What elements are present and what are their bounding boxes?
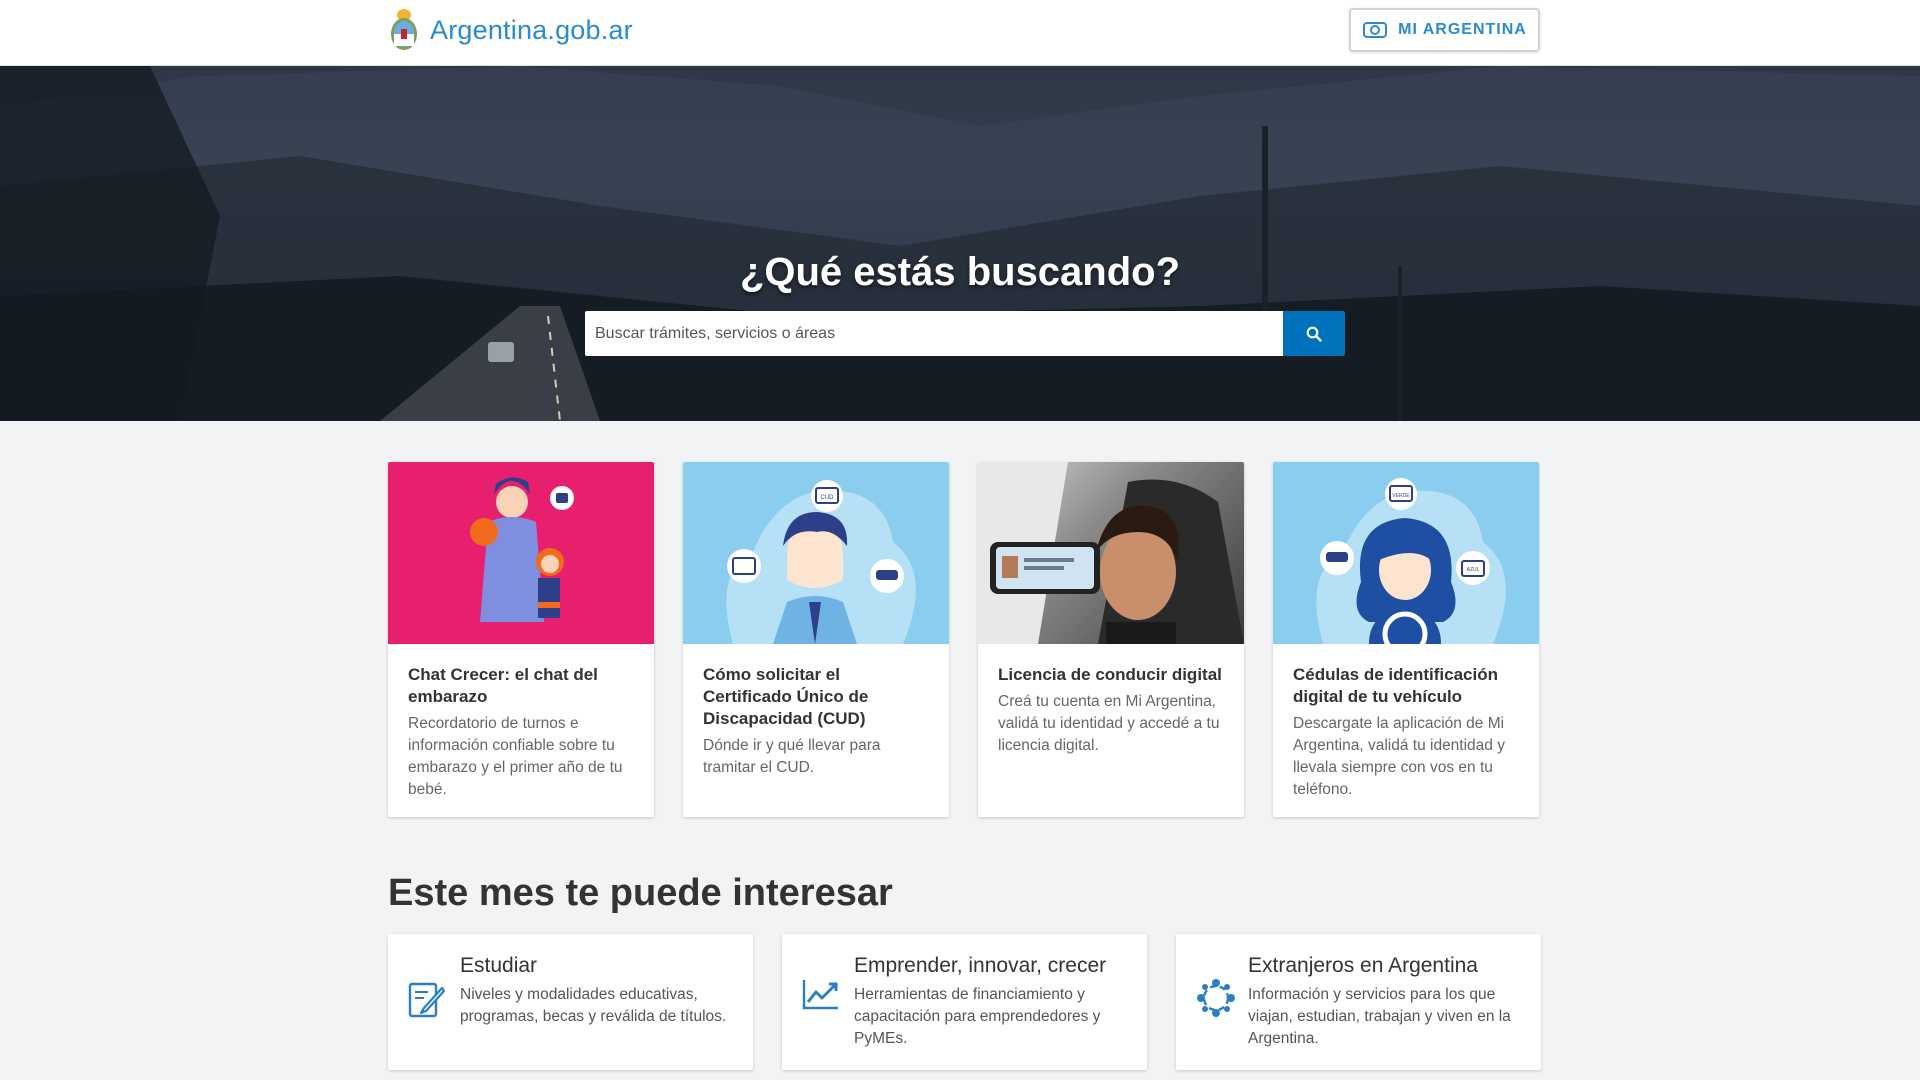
feature-text: Niveles y modalidades educativas, progra…: [460, 986, 727, 1025]
feature-emprender[interactable]: Emprender, innovar, crecer Herramientas …: [782, 934, 1147, 1070]
mi-argentina-button[interactable]: MI ARGENTINA: [1349, 8, 1540, 52]
card-image-vehicle-id: VERDE AZUL: [1273, 462, 1539, 644]
hero-title: ¿Qué estás buscando?: [739, 250, 1181, 294]
id-card-icon: [1363, 22, 1388, 38]
mi-argentina-label: MI ARGENTINA: [1398, 21, 1527, 38]
feature-text: Información y servicios para los que via…: [1248, 986, 1511, 1047]
site-logo[interactable]: Argentina.gob.ar: [388, 7, 633, 53]
hero-banner: ¿Qué estás buscando?: [0, 66, 1920, 421]
azul-label: AZUL: [1467, 567, 1480, 573]
card-cud[interactable]: CUD Cómo solicitar el Certificado Único …: [683, 462, 949, 817]
feature-extranjeros[interactable]: Extranjeros en Argentina Información y s…: [1176, 934, 1541, 1070]
cud-label: CUD: [821, 495, 835, 501]
card-text: Recordatorio de turnos e información con…: [408, 715, 623, 798]
search-button[interactable]: [1283, 311, 1345, 356]
card-title: Licencia de conducir digital: [998, 665, 1222, 684]
card-title: Cómo solicitar el Certificado Único de D…: [703, 665, 869, 728]
card-title: Chat Crecer: el chat del embarazo: [408, 665, 598, 706]
search-icon: [1306, 326, 1322, 342]
card-licencia-digital[interactable]: Licencia de conducir digital Creá tu cue…: [978, 462, 1244, 817]
card-image-cud: CUD: [683, 462, 949, 644]
feature-title: Extranjeros en Argentina: [1248, 954, 1478, 977]
network-icon: [1197, 979, 1235, 1017]
feature-text: Herramientas de financiamiento y capacit…: [854, 986, 1101, 1047]
coat-of-arms-icon: [391, 9, 417, 50]
feature-estudiar[interactable]: Estudiar Niveles y modalidades educativa…: [388, 934, 753, 1070]
edit-document-icon: [408, 982, 446, 1018]
card-text: Creá tu cuenta en Mi Argentina, validá t…: [998, 693, 1220, 754]
search-input[interactable]: [585, 311, 1283, 356]
verde-label: VERDE: [1392, 493, 1410, 499]
card-cedulas-digitales[interactable]: VERDE AZUL Cédulas de identificación dig…: [1273, 462, 1539, 817]
trending-up-icon: [802, 980, 838, 1010]
card-chat-crecer[interactable]: Chat Crecer: el chat del embarazo Record…: [388, 462, 654, 817]
card-image-pregnancy: [388, 462, 654, 644]
search-bar: [585, 311, 1345, 356]
hero-background-image: [0, 66, 1920, 421]
card-text: Descargate la aplicación de Mi Argentina…: [1293, 715, 1505, 798]
section-title: Este mes te puede interesar: [388, 872, 893, 914]
card-title: Cédulas de identificación digital de tu …: [1293, 665, 1498, 706]
feature-title: Estudiar: [460, 954, 538, 977]
logo-text: Argentina.gob.ar: [430, 14, 633, 45]
feature-list: Estudiar Niveles y modalidades educativa…: [388, 934, 1541, 1070]
featured-cards: Chat Crecer: el chat del embarazo Record…: [388, 462, 1539, 817]
feature-title: Emprender, innovar, crecer: [854, 954, 1107, 977]
card-image-driver-license: [978, 462, 1244, 644]
card-text: Dónde ir y qué llevar para tramitar el C…: [703, 737, 881, 776]
site-header: Argentina.gob.ar MI ARGENTINA: [0, 0, 1920, 66]
